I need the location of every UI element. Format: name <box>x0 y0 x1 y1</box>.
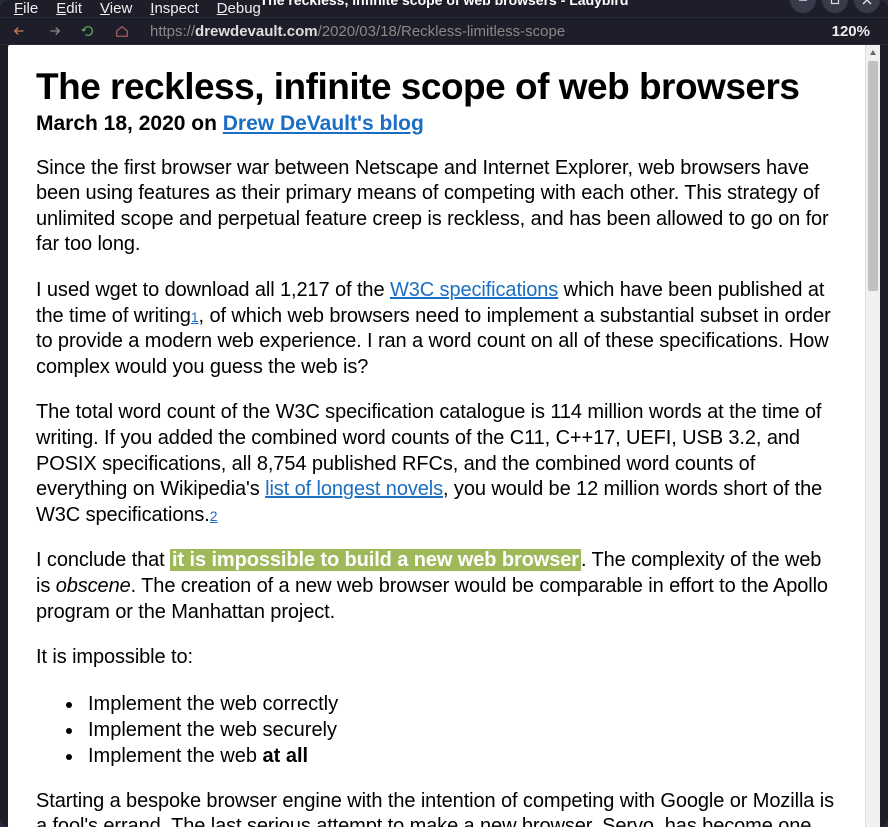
browser-window: The reckless, infinite scope of web brow… <box>0 0 888 827</box>
longest-novels-link[interactable]: list of longest novels <box>265 478 443 500</box>
toolbar: https://drewdevault.com/2020/03/18/Reckl… <box>0 17 888 45</box>
vertical-scrollbar[interactable] <box>865 45 880 827</box>
url-scheme: https:// <box>150 23 195 40</box>
back-button[interactable] <box>10 21 30 41</box>
page-content: The reckless, infinite scope of web brow… <box>8 45 865 827</box>
home-button[interactable] <box>112 21 132 41</box>
paragraph-5: It is impossible to: <box>36 645 837 671</box>
impossible-list: Implement the web correctly Implement th… <box>84 691 837 769</box>
scroll-thumb[interactable] <box>868 61 878 291</box>
reload-button[interactable] <box>78 21 98 41</box>
close-button[interactable] <box>854 0 880 13</box>
paragraph-6: Starting a bespoke browser engine with t… <box>36 789 837 827</box>
viewport: The reckless, infinite scope of web brow… <box>8 45 880 827</box>
blog-link[interactable]: Drew DeVault's blog <box>223 112 424 135</box>
paragraph-3: The total word count of the W3C specific… <box>36 400 837 528</box>
paragraph-1: Since the first browser war between Nets… <box>36 156 837 258</box>
w3c-specs-link[interactable]: W3C specifications <box>390 279 558 301</box>
highlight: it is impossible to build a new web brow… <box>170 549 581 571</box>
minimize-button[interactable] <box>790 0 816 13</box>
url-bar[interactable]: https://drewdevault.com/2020/03/18/Reckl… <box>146 18 810 44</box>
window-controls <box>790 0 880 13</box>
maximize-button[interactable] <box>822 0 848 13</box>
list-item: Implement the web at all <box>84 743 837 769</box>
zoom-indicator[interactable]: 120% <box>824 23 878 40</box>
window-title: The reckless, infinite scope of web brow… <box>0 0 888 8</box>
page-subtitle: March 18, 2020 on Drew DeVault's blog <box>36 112 837 136</box>
paragraph-4: I conclude that it is impossible to buil… <box>36 548 837 625</box>
footnote-1[interactable]: 1 <box>191 309 199 325</box>
url-path: /2020/03/18/Reckless-limitless-scope <box>318 23 566 40</box>
forward-button[interactable] <box>44 21 64 41</box>
footnote-2[interactable]: 2 <box>210 508 218 524</box>
paragraph-2: I used wget to download all 1,217 of the… <box>36 278 837 380</box>
url-host: drewdevault.com <box>195 23 318 40</box>
list-item: Implement the web securely <box>84 717 837 743</box>
page-title: The reckless, infinite scope of web brow… <box>36 67 837 108</box>
list-item: Implement the web correctly <box>84 691 837 717</box>
scroll-up-arrow[interactable] <box>866 45 880 60</box>
